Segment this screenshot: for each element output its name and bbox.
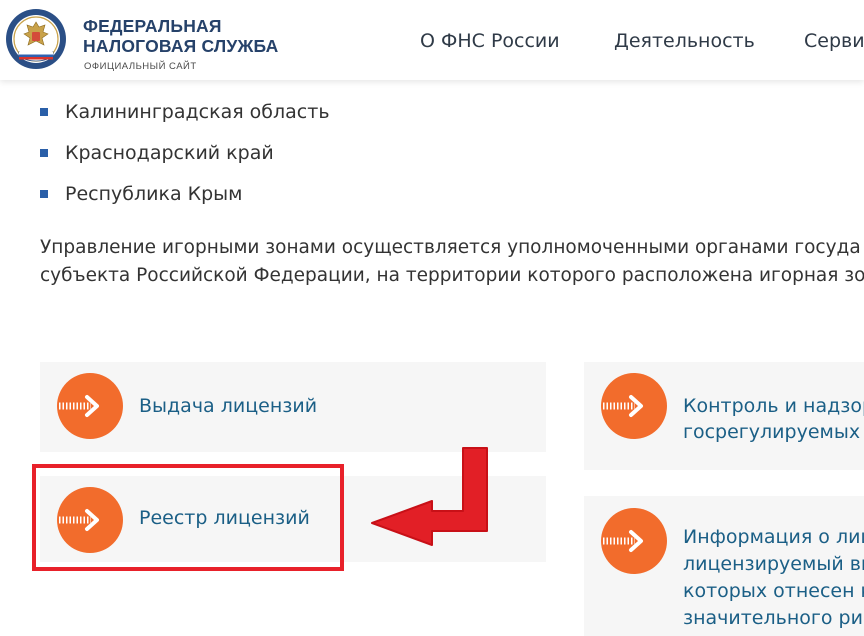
info-line: значительного ри [683,607,863,629]
info-card[interactable]: Информация о лиц лицензируемый ви которы… [584,496,864,636]
info-line: которых отнесен к [683,580,864,602]
zones-paragraph: Управление игорными зонами осуществляетс… [40,234,864,290]
list-item: Краснодарский край [40,140,330,181]
list-item: Калининградская область [40,99,330,140]
org-subtitle: ОФИЦИАЛЬНЫЙ САЙТ [84,61,197,72]
info-line: Информация о лиц [683,526,864,548]
region-label: Краснодарский край [65,142,274,164]
org-name[interactable]: ФЕДЕРАЛЬНАЯ НАЛОГОВАЯ СЛУЖБА [83,16,278,56]
arrow-circle-icon [601,373,667,439]
bullet-icon [40,149,48,157]
region-label: Республика Крым [65,183,243,205]
control-line: госрегулируемых в [683,421,864,443]
arrow-circle-icon [57,373,123,439]
highlight-box [32,464,344,571]
control-link[interactable]: Контроль и надзор госрегулируемых в [683,393,864,445]
info-line: лицензируемый ви [683,553,864,575]
fns-emblem-icon[interactable] [5,8,67,70]
site-header: ФЕДЕРАЛЬНАЯ НАЛОГОВАЯ СЛУЖБА ОФИЦИАЛЬНЫЙ… [0,0,864,80]
issue-licenses-card[interactable]: Выдача лицензий [40,362,546,452]
control-card[interactable]: Контроль и надзор госрегулируемых в [584,362,864,470]
nav-services[interactable]: Серви [804,30,864,52]
list-item: Республика Крым [40,181,330,222]
region-label: Калининградская область [65,101,330,123]
control-line: Контроль и надзор [683,395,864,417]
region-list: Калининградская область Краснодарский кр… [40,99,330,222]
issue-licenses-link[interactable]: Выдача лицензий [139,393,317,419]
paragraph-line: субъекта Российской Федерации, на террит… [40,265,864,286]
paragraph-line: Управление игорными зонами осуществляетс… [40,237,861,258]
bullet-icon [40,190,48,198]
bullet-icon [40,108,48,116]
red-arrow-annotation-icon [371,447,488,546]
nav-about[interactable]: О ФНС России [420,30,560,52]
org-name-line2: НАЛОГОВАЯ СЛУЖБА [83,36,279,56]
arrow-circle-icon [601,508,667,574]
nav-activity[interactable]: Деятельность [614,30,755,52]
info-link[interactable]: Информация о лиц лицензируемый ви которы… [683,524,864,632]
org-name-line1: ФЕДЕРАЛЬНАЯ [83,16,222,36]
